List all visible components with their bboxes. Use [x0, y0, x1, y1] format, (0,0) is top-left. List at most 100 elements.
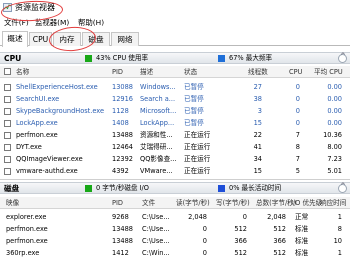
- process-pid: 12392: [112, 155, 133, 163]
- collapse-cpu-button[interactable]: ^: [338, 52, 347, 63]
- disk-read: 0: [202, 249, 207, 257]
- collapse-disk-button[interactable]: ^: [338, 182, 347, 193]
- row-checkbox[interactable]: [4, 156, 11, 163]
- col-cpu[interactable]: CPU: [289, 66, 302, 78]
- process-pid: 12464: [112, 143, 133, 151]
- row-checkbox[interactable]: [4, 132, 11, 139]
- col-response-time[interactable]: 响应时间: [320, 197, 346, 209]
- process-avg-cpu: 0.00: [327, 95, 342, 103]
- disk-priority: 标准: [295, 237, 309, 245]
- disk-response: 1: [337, 249, 342, 257]
- disk-file: C:\Use...: [142, 213, 170, 221]
- disk-table-header: 映像 PID 文件 读(字节/秒) 写(字节/秒) 总数(字节/秒) I/O 优…: [0, 197, 350, 209]
- disk-io-label: 0 字节/秒磁盘 I/O: [96, 184, 149, 192]
- tab-network[interactable]: 网络: [111, 32, 139, 46]
- process-description: Search a...: [140, 95, 176, 103]
- cpu-table-row[interactable]: SearchUI.exe 12916 Search a... 已暂停 38 0 …: [0, 94, 350, 105]
- col-write[interactable]: 写(字节/秒): [216, 197, 250, 209]
- process-avg-cpu: 8.00: [327, 143, 342, 151]
- disk-table-row[interactable]: perfmon.exe 13488 C:\Use... 0 366 366 标准…: [0, 236, 350, 247]
- menu-help[interactable]: 帮助(H): [78, 17, 104, 28]
- tab-overview[interactable]: 概述: [2, 31, 28, 47]
- cpu-table-row[interactable]: vmware-authd.exe 4392 VMware... 正在运行 15 …: [0, 166, 350, 177]
- process-cpu: 7: [295, 131, 300, 139]
- disk-image: perfmon.exe: [6, 237, 48, 245]
- process-description: LockApp...: [140, 119, 175, 127]
- cpu-frequency-swatch: [218, 55, 225, 62]
- col-io-priority[interactable]: I/O 优先级: [291, 197, 322, 209]
- row-checkbox[interactable]: [4, 108, 11, 115]
- cpu-table-row[interactable]: SkypeBackgroundHost.exe 1128 Microsoft..…: [0, 106, 350, 117]
- process-description: 艾瑞得研...: [140, 143, 173, 151]
- disk-table-row[interactable]: explorer.exe 9268 C:\Use... 2,048 0 2,04…: [0, 212, 350, 223]
- disk-table-row[interactable]: perfmon.exe 13488 C:\Use... 0 512 512 标准…: [0, 224, 350, 235]
- cpu-table-header: 名称 PID 描述 状态 线程数 CPU 平均 CPU: [0, 66, 350, 78]
- process-status: 已暂停: [184, 107, 204, 115]
- col-threads[interactable]: 线程数: [248, 66, 268, 78]
- col-status[interactable]: 状态: [184, 66, 197, 78]
- col-avg-cpu[interactable]: 平均 CPU: [314, 66, 343, 78]
- disk-total: 512: [273, 225, 286, 233]
- select-all-checkbox[interactable]: [4, 68, 11, 75]
- col-name[interactable]: 名称: [16, 66, 29, 78]
- cpu-table-row[interactable]: DYT.exe 12464 艾瑞得研... 正在运行 41 8 8.00: [0, 142, 350, 153]
- process-threads: 22: [253, 131, 262, 139]
- process-name: ShellExperienceHost.exe: [16, 83, 98, 91]
- disk-section-header[interactable]: 磁盘 0 字节/秒磁盘 I/O 0% 最长活动时间 ^: [0, 182, 350, 194]
- disk-io-swatch: [85, 185, 92, 192]
- row-checkbox[interactable]: [4, 144, 11, 151]
- disk-write: 512: [234, 249, 247, 257]
- chevron-up-icon: ^: [340, 182, 346, 190]
- process-name: perfmon.exe: [16, 131, 58, 139]
- disk-image: 360rp.exe: [6, 249, 40, 257]
- process-pid: 4392: [112, 167, 129, 175]
- process-threads: 34: [253, 155, 262, 163]
- disk-table-row[interactable]: 360rp.exe 1412 C:\Win... 0 512 512 标准 1: [0, 248, 350, 259]
- disk-response: 1: [337, 213, 342, 221]
- cpu-table-row[interactable]: LockApp.exe 1408 LockApp... 已暂停 15 0 0.0…: [0, 118, 350, 129]
- process-name: SkypeBackgroundHost.exe: [16, 107, 105, 115]
- process-name: LockApp.exe: [16, 119, 58, 127]
- disk-pid: 13488: [112, 225, 133, 233]
- process-avg-cpu: 5.01: [327, 167, 342, 175]
- disk-file: C:\Use...: [142, 225, 170, 233]
- disk-total: 2,048: [267, 213, 286, 221]
- row-checkbox[interactable]: [4, 120, 11, 127]
- disk-write: 0: [242, 213, 247, 221]
- col-description[interactable]: 描述: [140, 66, 153, 78]
- disk-pid: 1412: [112, 249, 129, 257]
- process-name: SearchUI.exe: [16, 95, 60, 103]
- row-checkbox[interactable]: [4, 84, 11, 91]
- cpu-section-title: CPU: [4, 54, 22, 63]
- disk-response: 10: [333, 237, 342, 245]
- disk-read: 2,048: [188, 213, 207, 221]
- disk-write: 512: [234, 225, 247, 233]
- chevron-up-icon: ^: [340, 52, 346, 60]
- process-name: QQImageViewer.exe: [16, 155, 83, 163]
- process-cpu: 0: [295, 83, 300, 91]
- cpu-section-header[interactable]: CPU 43% CPU 使用率 67% 最大频率 ^: [0, 52, 350, 64]
- process-description: 资源和性...: [140, 131, 173, 139]
- cpu-table-row[interactable]: QQImageViewer.exe 12392 QQ影像查... 正在运行 34…: [0, 154, 350, 165]
- col-pid[interactable]: PID: [112, 66, 123, 78]
- process-status: 已暂停: [184, 95, 204, 103]
- process-pid: 12916: [112, 95, 133, 103]
- col-read[interactable]: 读(字节/秒): [176, 197, 210, 209]
- disk-active-swatch: [218, 185, 225, 192]
- process-avg-cpu: 0.00: [327, 119, 342, 127]
- process-threads: 3: [257, 107, 262, 115]
- disk-pid: 9268: [112, 213, 129, 221]
- disk-section-title: 磁盘: [4, 184, 20, 193]
- col-pid[interactable]: PID: [112, 197, 123, 209]
- disk-read: 0: [202, 225, 207, 233]
- col-image[interactable]: 映像: [6, 197, 19, 209]
- cpu-table-row[interactable]: perfmon.exe 13488 资源和性... 正在运行 22 7 10.3…: [0, 130, 350, 141]
- cpu-table-row[interactable]: ShellExperienceHost.exe 13088 Windows...…: [0, 82, 350, 93]
- process-name: DYT.exe: [16, 143, 42, 151]
- section-divider: [0, 179, 350, 180]
- process-name: vmware-authd.exe: [16, 167, 78, 175]
- disk-total: 366: [273, 237, 286, 245]
- row-checkbox[interactable]: [4, 96, 11, 103]
- row-checkbox[interactable]: [4, 168, 11, 175]
- col-file[interactable]: 文件: [142, 197, 155, 209]
